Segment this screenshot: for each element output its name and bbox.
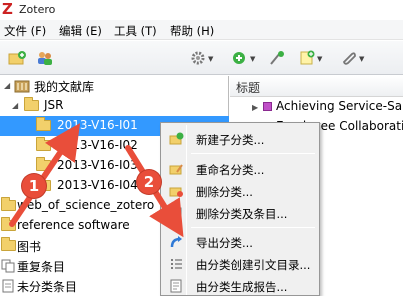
delete-collection-items-icon xyxy=(170,207,182,220)
tree-label: 重复条目 xyxy=(17,260,66,274)
menu-separator xyxy=(191,227,315,228)
menu-item-create-bibliography[interactable]: 由分类创建引文目录... xyxy=(163,253,317,275)
folder-icon xyxy=(24,97,39,111)
title-bar: Z Zotero xyxy=(0,0,403,20)
folder-icon xyxy=(36,117,51,131)
menu-tools[interactable]: 工具 (T) xyxy=(114,23,157,39)
folder-icon xyxy=(1,237,16,251)
duplicate-items-icon xyxy=(1,259,15,273)
folder-icon xyxy=(1,217,16,231)
new-subcollection-icon xyxy=(169,132,184,145)
menu-item-generate-report[interactable]: 由分类生成报告... xyxy=(163,275,317,296)
add-by-identifier-icon[interactable] xyxy=(268,50,286,66)
attach-icon[interactable] xyxy=(340,50,358,66)
new-note-icon[interactable] xyxy=(298,50,316,66)
menu-item-label: 删除分类... xyxy=(196,185,253,199)
column-header-title[interactable]: 标题 xyxy=(230,76,403,97)
item-title: Achieving Service-Sale xyxy=(276,99,403,113)
tree-label: web_of_science_zotero xyxy=(17,198,155,212)
new-note-dropdown-icon[interactable]: ▼ xyxy=(317,55,322,63)
gear-icon[interactable] xyxy=(189,50,207,66)
new-group-icon[interactable] xyxy=(36,50,54,66)
gear-dropdown-icon[interactable]: ▼ xyxy=(208,55,213,63)
rename-icon xyxy=(169,164,183,175)
collapse-icon[interactable]: ◢ xyxy=(4,81,10,90)
new-item-icon[interactable] xyxy=(231,50,249,66)
collection-context-menu: 新建子分类... 重命名分类... 删除分类... 删除分类及条目... 导出分… xyxy=(160,122,320,296)
tree-label: 2013-V16-I03 xyxy=(57,158,138,172)
report-icon xyxy=(170,279,182,293)
column-header-label: 标题 xyxy=(236,81,261,95)
step-badge-2: 2 xyxy=(137,170,161,194)
menu-separator xyxy=(191,153,315,154)
zotero-logo-icon: Z xyxy=(2,0,13,18)
menu-item-export-collection[interactable]: 导出分类... xyxy=(163,231,317,253)
tree-label-library: 我的文献库 xyxy=(34,80,95,94)
collapse-icon[interactable]: ◢ xyxy=(12,101,18,110)
new-collection-icon[interactable] xyxy=(8,50,26,66)
menu-item-delete-collection[interactable]: 删除分类... xyxy=(163,180,317,202)
library-icon xyxy=(14,80,30,93)
tree-label: 未分类条目 xyxy=(17,280,78,294)
menu-item-rename[interactable]: 重命名分类... xyxy=(163,158,317,180)
export-icon xyxy=(170,236,182,248)
toolbar: ▼ ▼ ▼ ▼ xyxy=(0,41,403,75)
delete-collection-icon xyxy=(169,187,183,197)
tree-label: 图书 xyxy=(17,240,42,254)
attach-dropdown-icon[interactable]: ▼ xyxy=(359,55,364,63)
folder-icon xyxy=(1,197,16,211)
menu-item-new-subcollection[interactable]: 新建子分类... xyxy=(163,128,317,150)
menu-item-label: 新建子分类... xyxy=(196,133,265,147)
menu-help[interactable]: 帮助 (H) xyxy=(170,23,214,39)
step-badge-1: 1 xyxy=(22,174,46,198)
tree-row-jsr[interactable]: ◢ JSR xyxy=(0,96,229,116)
menu-file[interactable]: 文件 (F) xyxy=(4,23,46,39)
tree-label: 2013-V16-I04 xyxy=(57,178,138,192)
tree-label: reference software xyxy=(17,218,130,232)
menu-bar: 文件 (F) 编辑 (E) 工具 (T) 帮助 (H) xyxy=(0,20,403,40)
menu-item-label: 重命名分类... xyxy=(196,163,265,177)
menu-item-label: 导出分类... xyxy=(196,236,253,250)
item-row[interactable]: ▶ Achieving Service-Sale xyxy=(230,97,403,117)
menu-item-label: 由分类生成报告... xyxy=(196,280,288,294)
window-title: Zotero xyxy=(19,3,56,16)
unfiled-items-icon xyxy=(2,279,14,293)
expand-icon[interactable]: ▶ xyxy=(252,103,258,112)
tree-label: 2013-V16-I01 xyxy=(57,118,138,132)
tree-label: 2013-V16-I02 xyxy=(57,138,138,152)
item-type-icon xyxy=(263,102,272,111)
menu-item-label: 由分类创建引文目录... xyxy=(196,258,311,272)
folder-icon xyxy=(36,137,51,151)
menu-edit[interactable]: 编辑 (E) xyxy=(59,23,102,39)
tree-label: JSR xyxy=(44,98,64,112)
folder-icon xyxy=(36,157,51,171)
menu-item-delete-collection-items[interactable]: 删除分类及条目... xyxy=(163,202,317,224)
bibliography-icon xyxy=(171,259,182,269)
new-item-dropdown-icon[interactable]: ▼ xyxy=(250,55,255,63)
menu-item-label: 删除分类及条目... xyxy=(196,207,288,221)
tree-row-library[interactable]: ◢ 我的文献库 xyxy=(0,76,229,96)
